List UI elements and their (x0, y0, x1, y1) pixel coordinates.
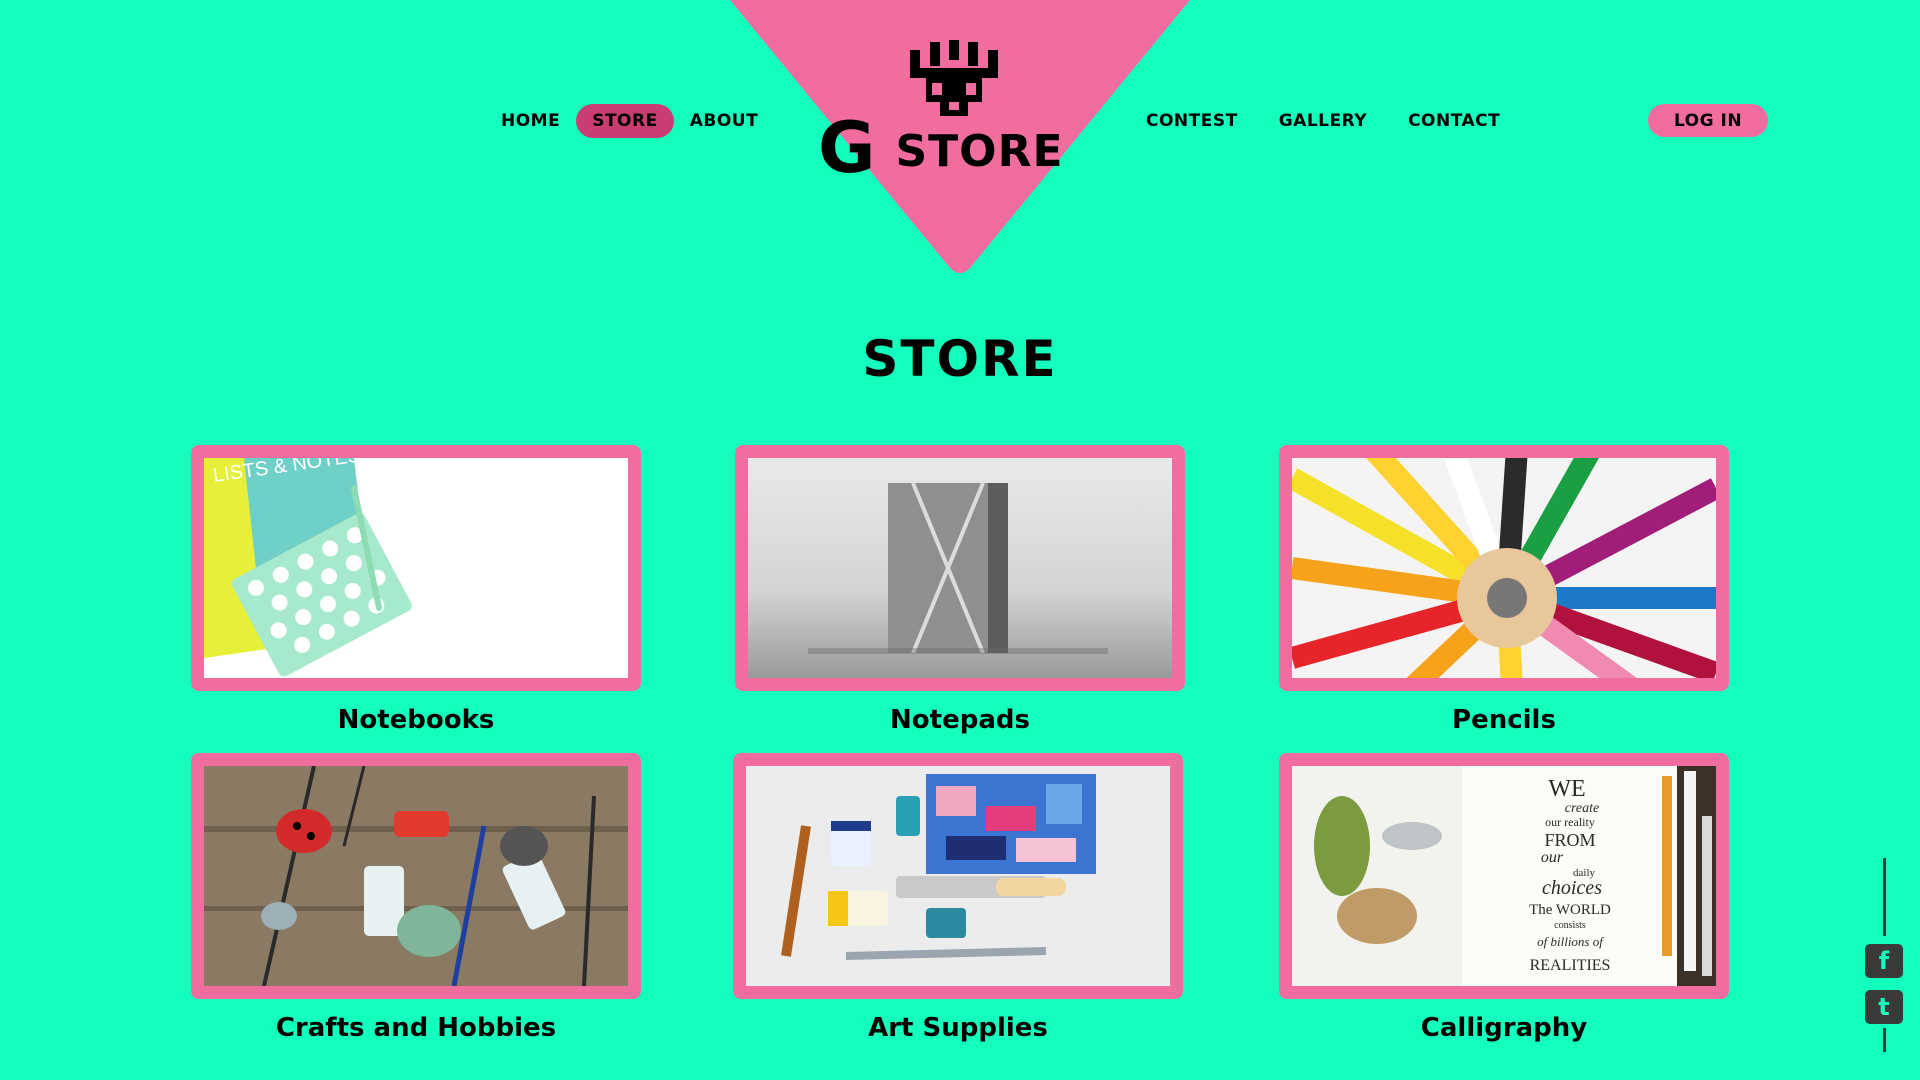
logo-wordmark[interactable]: G STORE (818, 107, 1108, 189)
category-label-calligraphy[interactable]: Calligraphy (1279, 1013, 1729, 1043)
calligraphy-line-2: create (1565, 801, 1599, 816)
nav-right: CONTEST GALLERY CONTACT (1130, 104, 1525, 138)
page-title: STORE (862, 330, 1058, 388)
category-card-pencils[interactable]: Pencils (1279, 445, 1729, 735)
category-card-art-supplies[interactable]: Art Supplies (733, 753, 1183, 1043)
calligraphy-line-9: consists (1554, 920, 1586, 931)
calligraphy-line-4: FROM (1544, 830, 1595, 850)
category-label-art-supplies[interactable]: Art Supplies (733, 1013, 1183, 1043)
twitter-icon[interactable]: t (1865, 990, 1903, 1024)
logo-word: STORE (895, 126, 1064, 177)
nav-left: HOME STORE ABOUT (485, 104, 774, 138)
category-label-notebooks[interactable]: Notebooks (191, 705, 641, 735)
social-divider-top (1882, 858, 1886, 936)
category-card-calligraphy[interactable]: WE create our reality FROM our daily cho… (1279, 753, 1729, 1043)
category-image-crafts[interactable] (191, 753, 641, 999)
category-image-calligraphy[interactable]: WE create our reality FROM our daily cho… (1279, 753, 1729, 999)
nav-item-contest[interactable]: CONTEST (1130, 104, 1254, 138)
social-sidebar: f t (1864, 858, 1904, 1052)
calligraphy-line-3: our reality (1545, 815, 1595, 829)
nav-item-contact[interactable]: CONTACT (1392, 104, 1516, 138)
calligraphy-line-7: choices (1542, 877, 1602, 899)
social-divider-bottom (1882, 1028, 1886, 1052)
category-label-crafts[interactable]: Crafts and Hobbies (191, 1013, 641, 1043)
category-image-art-supplies[interactable] (733, 753, 1183, 999)
calligraphy-line-8: The WORLD (1529, 902, 1611, 918)
category-image-notebooks[interactable]: LISTS & NOTES (191, 445, 641, 691)
category-card-notebooks[interactable]: LISTS & NOTES Notebooks (191, 445, 641, 735)
nav-item-store[interactable]: STORE (576, 104, 674, 138)
facebook-icon[interactable]: f (1865, 944, 1903, 978)
category-card-crafts[interactable]: Crafts and Hobbies (191, 753, 641, 1043)
nav-item-gallery[interactable]: GALLERY (1263, 104, 1383, 138)
category-image-pencils[interactable] (1279, 445, 1729, 691)
calligraphy-line-1: WE (1548, 776, 1585, 802)
category-image-notepads[interactable] (735, 445, 1185, 691)
page: G STORE HOME STORE ABOUT CONTEST GALLERY… (0, 0, 1920, 1080)
category-label-pencils[interactable]: Pencils (1279, 705, 1729, 735)
login-button[interactable]: LOG IN (1648, 104, 1768, 137)
calligraphy-line-10: of billions of (1537, 934, 1605, 949)
category-label-notepads[interactable]: Notepads (735, 705, 1185, 735)
calligraphy-line-11: REALITIES (1530, 957, 1611, 974)
category-card-notepads[interactable]: Notepads (735, 445, 1185, 735)
nav-item-home[interactable]: HOME (485, 104, 576, 138)
calligraphy-line-5: our (1541, 849, 1564, 866)
nav-item-about[interactable]: ABOUT (674, 104, 774, 138)
logo-letter: G (818, 107, 875, 189)
logo-tree-icon[interactable] (910, 40, 998, 116)
